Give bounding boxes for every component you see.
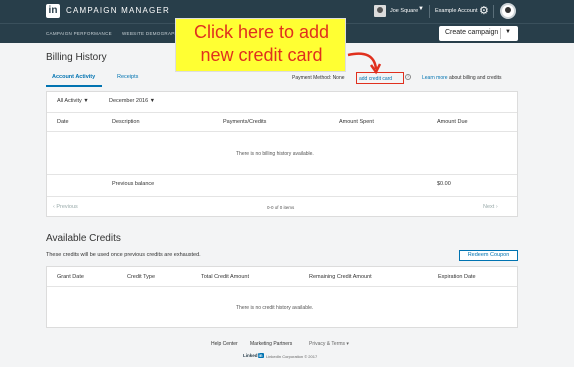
billing-history-title: Billing History (46, 52, 107, 63)
annotation-arrow-icon (347, 52, 382, 75)
footer-privacy-terms[interactable]: Privacy & Terms ▾ (309, 341, 349, 347)
learn-more-rest: about billing and credits (447, 75, 502, 81)
create-campaign-label: Create campaign (445, 29, 499, 36)
available-credits-title: Available Credits (46, 233, 121, 244)
create-campaign-button[interactable]: Create campaign ▼ (439, 26, 518, 41)
nav-campaign-performance[interactable]: CAMPAIGN PERFORMANCE (46, 31, 112, 36)
divider (500, 28, 501, 39)
avatar[interactable] (500, 3, 516, 19)
column-header-amount-due: Amount Due (437, 119, 468, 125)
column-header-amount-spent: Amount Spent (339, 119, 374, 125)
billing-history-panel: All Activity ▼ December 2016 ▼ Date Desc… (46, 91, 518, 217)
month-filter-select[interactable]: December 2016 ▼ (109, 98, 155, 104)
available-credits-subtitle: These credits will be used once previous… (46, 252, 201, 258)
account-image-icon[interactable] (374, 5, 386, 17)
column-header-description: Description (112, 119, 140, 125)
credits-panel: Grant Date Credit Type Total Credit Amou… (46, 266, 518, 328)
annotation-callout: Click here to add new credit card (175, 18, 346, 72)
activity-filter-select[interactable]: All Activity ▼ (57, 98, 89, 104)
chevron-down-icon: ▼ (83, 98, 89, 104)
previous-balance-amount: $0.00 (437, 181, 451, 187)
gear-icon[interactable]: ⚙ (479, 4, 489, 17)
privacy-terms-label: Privacy & Terms (309, 341, 346, 347)
next-page-button[interactable]: Next › (483, 204, 498, 210)
tab-account-activity[interactable]: Account Activity (52, 74, 95, 80)
chevron-down-icon[interactable]: ▼ (505, 29, 511, 35)
empty-credits-message: There is no credit history available. (236, 305, 314, 311)
tab-receipts[interactable]: Receipts (117, 74, 138, 80)
activity-filter-value: All Activity (57, 98, 82, 104)
divider (47, 196, 517, 197)
learn-more-link[interactable]: Learn more (422, 75, 448, 81)
previous-label: Previous (56, 204, 78, 210)
column-header-expiration-date: Expiration Date (438, 274, 476, 280)
learn-more-text: Learn more about billing and credits (422, 75, 502, 81)
chevron-down-icon: ▾ (346, 341, 349, 347)
account-company-name[interactable]: Example Account (435, 8, 478, 14)
column-header-credit-type: Credit Type (127, 274, 156, 280)
column-header-date: Date (57, 119, 69, 125)
previous-page-button[interactable]: ‹ Previous (53, 204, 78, 210)
divider (47, 174, 517, 175)
month-filter-value: December 2016 (109, 98, 149, 104)
redeem-coupon-button[interactable]: Redeem Coupon (459, 250, 518, 261)
linkedin-in-mark: in (257, 353, 264, 358)
footer-marketing-partners[interactable]: Marketing Partners (250, 341, 292, 347)
annotation-text: Click here to add new credit card (176, 21, 347, 67)
linkedin-logo-icon[interactable]: in (46, 4, 60, 18)
info-icon[interactable]: ? (405, 74, 411, 80)
copyright-text: LinkedIn Corporation © 2017 (266, 354, 318, 359)
divider (493, 5, 494, 18)
previous-balance-label: Previous balance (112, 181, 155, 187)
payment-method-label: Payment Method: None (292, 75, 345, 81)
linkedin-wordmark: Linked (243, 353, 258, 358)
divider (47, 131, 517, 132)
divider (47, 286, 517, 287)
annotation-line-2: new credit card (200, 45, 323, 65)
footer-help-center[interactable]: Help Center (211, 341, 238, 347)
empty-billing-message: There is no billing history available. (236, 151, 314, 157)
app-title: CAMPAIGN MANAGER (66, 6, 170, 15)
column-header-remaining-credit-amount: Remaining Credit Amount (309, 274, 372, 280)
linkedin-footer-logo: Linkedin (243, 353, 264, 358)
pagination-status: 0-0 of 0 items (267, 205, 295, 210)
column-header-grant-date: Grant Date (57, 274, 84, 280)
column-header-payments-credits: Payments/Credits (223, 119, 267, 125)
active-tab-indicator (46, 85, 102, 87)
chevron-down-icon: ▼ (149, 98, 156, 104)
account-user-name[interactable]: Joe Square (390, 8, 418, 14)
next-label: Next (483, 204, 495, 210)
chevron-down-icon[interactable]: ▼ (418, 6, 424, 12)
annotation-line-1: Click here to add (193, 22, 330, 42)
divider (47, 112, 517, 113)
column-header-total-credit-amount: Total Credit Amount (201, 274, 249, 280)
divider (429, 5, 430, 18)
